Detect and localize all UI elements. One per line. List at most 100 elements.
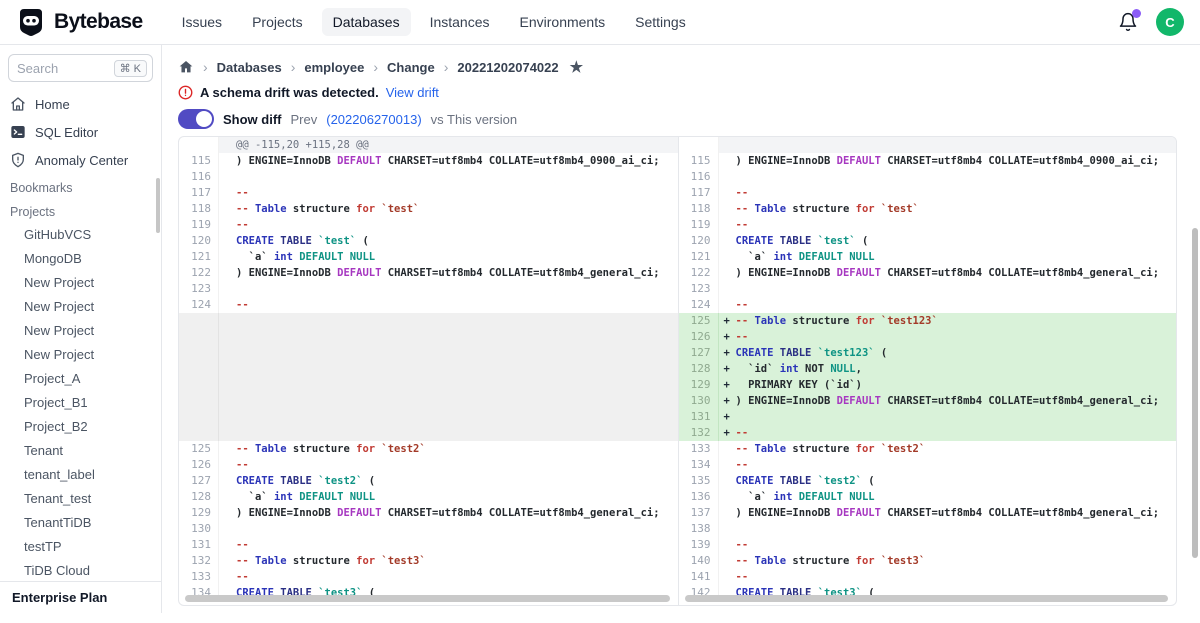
project-item[interactable]: MongoDB bbox=[0, 246, 161, 270]
project-item[interactable]: TenantTiDB bbox=[0, 510, 161, 534]
added-line-marker: + bbox=[719, 329, 736, 345]
diff-row: 141-- bbox=[679, 569, 1177, 585]
horizontal-scrollbar[interactable] bbox=[185, 595, 670, 602]
project-item[interactable]: GitHubVCS bbox=[0, 222, 161, 246]
bookmark-star-icon[interactable]: ★ bbox=[570, 58, 583, 76]
sidebar-item-anomaly-center[interactable]: Anomaly Center bbox=[0, 146, 161, 174]
sidebar-item-label: SQL Editor bbox=[35, 125, 98, 140]
code-line: -- bbox=[236, 297, 678, 313]
nav-tab-environments[interactable]: Environments bbox=[509, 8, 617, 36]
diff-row: 128 `a` int DEFAULT NULL bbox=[179, 489, 678, 505]
diff-column-current: 115 ) ENGINE=InnoDB DEFAULT CHARSET=utf8m… bbox=[678, 137, 1177, 605]
nav-tab-settings[interactable]: Settings bbox=[624, 8, 697, 36]
line-number: 131 bbox=[179, 537, 219, 553]
nav-tab-issues[interactable]: Issues bbox=[171, 8, 233, 36]
diff-toolbar: Show diff Prev (202206270013) vs This ve… bbox=[178, 109, 1200, 129]
project-item[interactable]: Tenant bbox=[0, 438, 161, 462]
show-diff-toggle[interactable] bbox=[178, 109, 214, 129]
project-item[interactable]: Project_B1 bbox=[0, 390, 161, 414]
line-number: 128 bbox=[179, 489, 219, 505]
sidebar-item-home[interactable]: Home bbox=[0, 90, 161, 118]
project-item[interactable]: Project_A bbox=[0, 366, 161, 390]
line-number: 134 bbox=[679, 457, 719, 473]
bytebase-logo[interactable]: Bytebase bbox=[16, 7, 143, 37]
project-item[interactable]: New Project bbox=[0, 318, 161, 342]
page-vertical-scrollbar[interactable] bbox=[1192, 228, 1198, 558]
diff-row: 127CREATE TABLE `test2` ( bbox=[179, 473, 678, 489]
line-marker bbox=[719, 521, 736, 537]
prev-version-link[interactable]: (202206270013) bbox=[326, 112, 421, 127]
code-line: -- bbox=[236, 185, 678, 201]
project-item[interactable]: New Project bbox=[0, 342, 161, 366]
project-item[interactable]: tenant_label bbox=[0, 462, 161, 486]
diff-row: 131+ bbox=[679, 409, 1177, 425]
search-input[interactable]: Search ⌘ K bbox=[8, 54, 153, 82]
nav-tab-instances[interactable]: Instances bbox=[419, 8, 501, 36]
line-marker bbox=[219, 537, 236, 553]
breadcrumb-item[interactable]: 20221202074022 bbox=[457, 60, 558, 75]
code-line: -- bbox=[736, 329, 1177, 345]
view-drift-link[interactable]: View drift bbox=[386, 85, 439, 100]
added-line-marker: + bbox=[719, 425, 736, 441]
diff-row: 137) ENGINE=InnoDB DEFAULT CHARSET=utf8m… bbox=[679, 505, 1177, 521]
breadcrumb-home-icon[interactable] bbox=[178, 59, 194, 75]
code-line: -- bbox=[736, 425, 1177, 441]
added-line-marker: + bbox=[719, 361, 736, 377]
line-marker bbox=[219, 201, 236, 217]
diff-row: 119-- bbox=[179, 217, 678, 233]
line-marker bbox=[219, 569, 236, 585]
sidebar-item-label: Anomaly Center bbox=[35, 153, 128, 168]
project-item[interactable]: Project_B2 bbox=[0, 414, 161, 438]
code-line bbox=[236, 281, 678, 297]
code-line: -- Table structure for `test` bbox=[236, 201, 678, 217]
breadcrumb-item[interactable]: Databases bbox=[217, 60, 282, 75]
notifications-bell-icon[interactable] bbox=[1118, 12, 1138, 32]
line-marker bbox=[719, 569, 736, 585]
line-marker bbox=[719, 233, 736, 249]
code-line bbox=[236, 521, 678, 537]
drift-message: A schema drift was detected. bbox=[200, 85, 379, 100]
code-line: ) ENGINE=InnoDB DEFAULT CHARSET=utf8mb4 … bbox=[236, 153, 678, 169]
project-item[interactable]: New Project bbox=[0, 270, 161, 294]
line-marker bbox=[719, 265, 736, 281]
code-line: ) ENGINE=InnoDB DEFAULT CHARSET=utf8mb4 … bbox=[736, 153, 1177, 169]
code-line bbox=[736, 409, 1177, 425]
nav-tab-projects[interactable]: Projects bbox=[241, 8, 314, 36]
diff-row: 120CREATE TABLE `test` ( bbox=[179, 233, 678, 249]
nav-tab-databases[interactable]: Databases bbox=[322, 8, 411, 36]
line-number: 135 bbox=[679, 473, 719, 489]
sidebar-scrollbar[interactable] bbox=[156, 178, 160, 233]
code-line: -- Table structure for `test123` bbox=[736, 313, 1177, 329]
breadcrumb-item[interactable]: Change bbox=[387, 60, 435, 75]
diff-row: 131-- bbox=[179, 537, 678, 553]
project-item[interactable]: testTP bbox=[0, 534, 161, 558]
diff-row: 123 bbox=[679, 281, 1177, 297]
nav-right: C bbox=[1118, 8, 1184, 36]
line-number: 115 bbox=[679, 153, 719, 169]
diff-row: 132+-- bbox=[679, 425, 1177, 441]
diff-row: 139-- bbox=[679, 537, 1177, 553]
code-line: -- bbox=[736, 569, 1177, 585]
added-line-marker: + bbox=[719, 313, 736, 329]
line-number: 125 bbox=[179, 441, 219, 457]
project-item[interactable]: TiDB Cloud bbox=[0, 558, 161, 582]
diff-row: 136 `a` int DEFAULT NULL bbox=[679, 489, 1177, 505]
line-marker bbox=[719, 489, 736, 505]
project-item[interactable]: New Project bbox=[0, 294, 161, 318]
line-marker bbox=[719, 185, 736, 201]
avatar[interactable]: C bbox=[1156, 8, 1184, 36]
line-marker bbox=[219, 281, 236, 297]
code-line bbox=[736, 281, 1177, 297]
horizontal-scrollbar[interactable] bbox=[685, 595, 1169, 602]
project-item[interactable]: Tenant_test bbox=[0, 486, 161, 510]
line-marker bbox=[719, 297, 736, 313]
bytebase-logo-icon bbox=[16, 7, 46, 37]
brand-name: Bytebase bbox=[54, 10, 143, 34]
line-marker bbox=[719, 201, 736, 217]
line-marker bbox=[219, 185, 236, 201]
line-number: 120 bbox=[679, 233, 719, 249]
breadcrumb-item[interactable]: employee bbox=[304, 60, 364, 75]
code-line: -- bbox=[736, 297, 1177, 313]
search-shortcut-badge: ⌘ K bbox=[114, 60, 147, 77]
sidebar-item-sql-editor[interactable]: SQL Editor bbox=[0, 118, 161, 146]
